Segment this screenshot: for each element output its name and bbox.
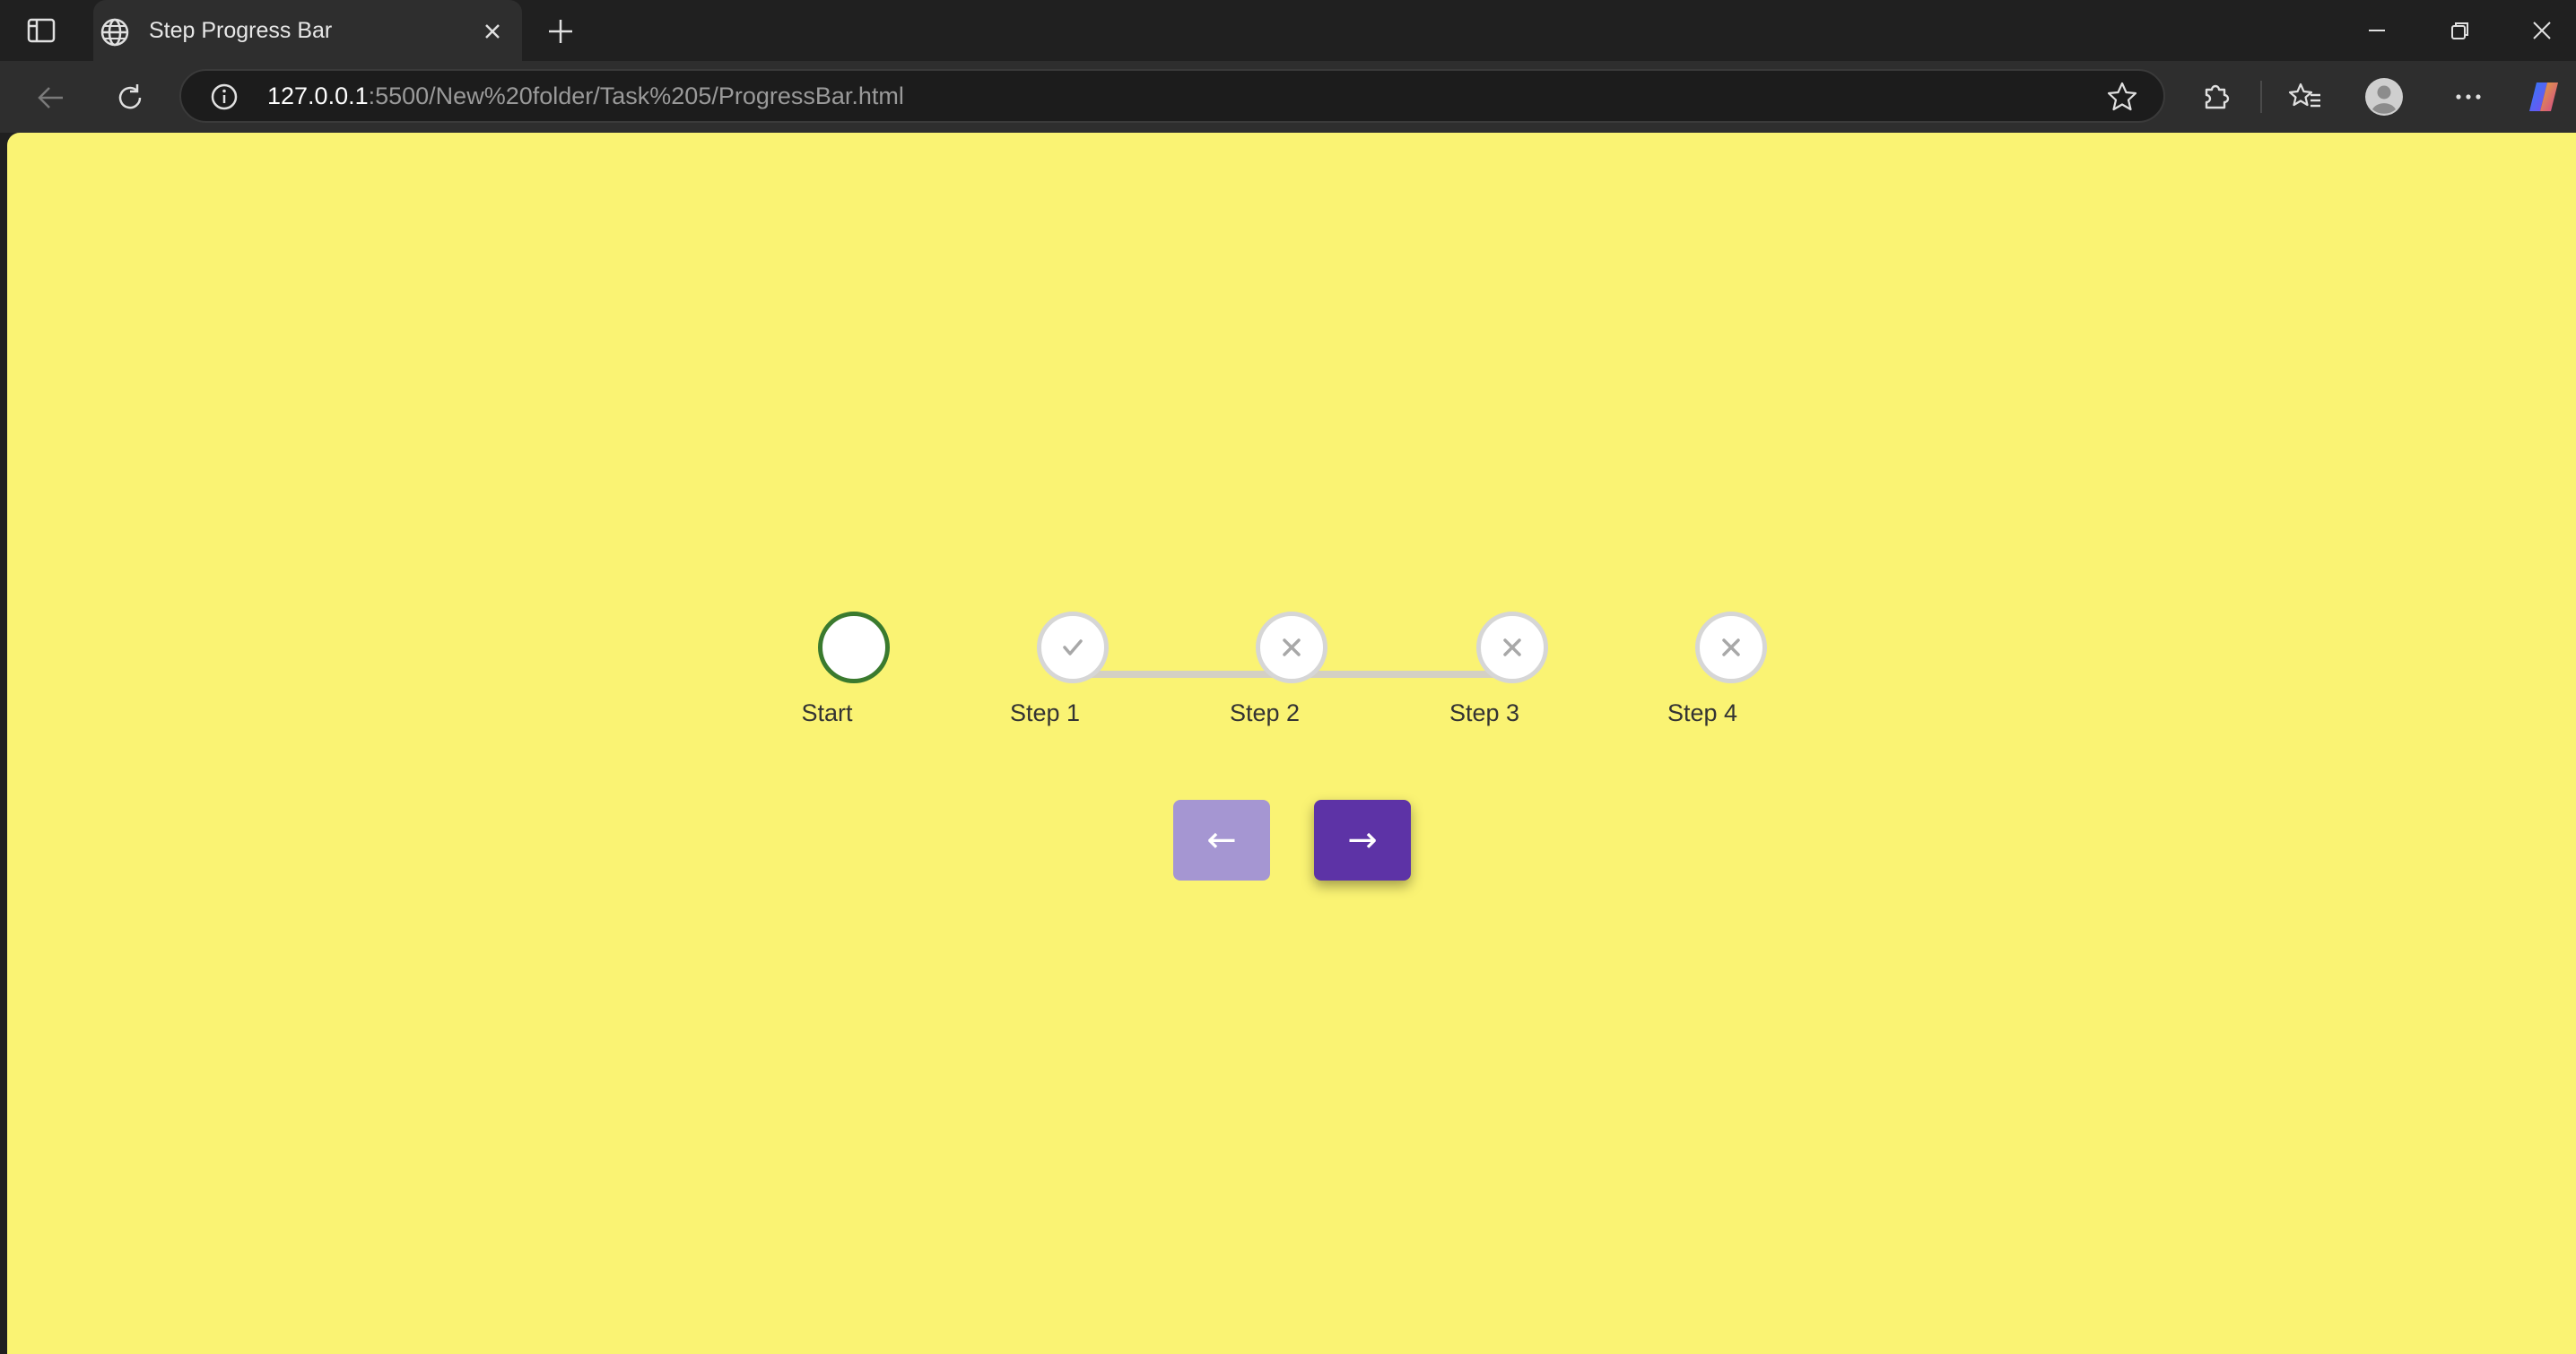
previous-button[interactable]: ← [1173, 800, 1270, 881]
plus-icon[interactable] [544, 14, 578, 48]
reload-icon[interactable] [111, 79, 149, 117]
step-label-2: Step 2 [1229, 699, 1301, 726]
step-progress-bar: Start Step 1 Step 2 Step 3 Step 4 ← → [7, 133, 2576, 1354]
info-icon[interactable] [208, 81, 240, 113]
step-label-3: Step 3 [1449, 699, 1520, 726]
url-path: :5500/New%20folder/Task%205/ProgressBar.… [368, 82, 904, 109]
restore-icon[interactable] [2441, 13, 2477, 48]
toolbar-divider [2260, 81, 2262, 113]
step-circle-2 [1256, 612, 1327, 683]
extensions-icon[interactable] [2196, 77, 2235, 117]
step-circle-start [818, 612, 890, 683]
x-icon [1283, 638, 1301, 656]
star-icon[interactable] [2104, 79, 2140, 115]
minimize-icon[interactable] [2359, 13, 2395, 48]
favorites-icon[interactable] [2285, 77, 2325, 117]
copilot-icon[interactable] [2524, 77, 2563, 117]
profile-icon[interactable] [2364, 77, 2404, 117]
step-circle-1 [1037, 612, 1109, 683]
step-label-4: Step 4 [1667, 699, 1738, 726]
tab-title: Step Progress Bar [149, 18, 333, 43]
next-button[interactable]: → [1314, 800, 1411, 881]
url-host: 127.0.0.1 [267, 82, 369, 109]
globe-icon [99, 16, 131, 48]
x-icon [1722, 638, 1740, 656]
page-viewport: Start Step 1 Step 2 Step 3 Step 4 ← → [7, 133, 2576, 1354]
check-icon [1063, 639, 1083, 655]
x-icon [1503, 638, 1521, 656]
url-text[interactable]: 127.0.0.1:5500/New%20folder/Task%205/Pro… [267, 82, 904, 110]
step-label-start: Start [801, 699, 853, 726]
close-window-icon[interactable] [2524, 13, 2560, 48]
close-icon[interactable] [479, 18, 506, 45]
back-icon[interactable] [32, 79, 70, 117]
sidebar-icon[interactable] [23, 14, 59, 47]
step-circle-4 [1695, 612, 1767, 683]
step-label-1: Step 1 [1009, 699, 1081, 726]
step-circle-3 [1476, 612, 1548, 683]
more-icon[interactable] [2449, 77, 2488, 117]
